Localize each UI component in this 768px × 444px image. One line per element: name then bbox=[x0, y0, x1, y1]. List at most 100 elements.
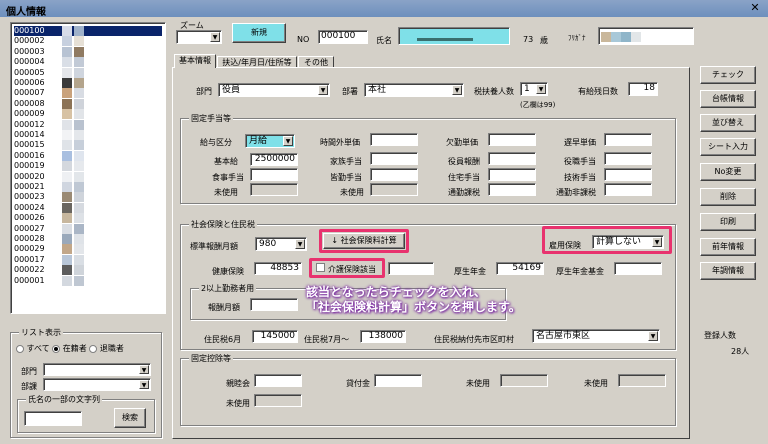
resident-city-select[interactable]: 名古屋市東区 ▼ bbox=[532, 329, 660, 343]
employee-list-item[interactable]: 000026 bbox=[14, 213, 162, 224]
zoom-select[interactable]: ▼ bbox=[176, 30, 222, 44]
base-salary-field[interactable]: 2500000 bbox=[250, 153, 298, 166]
filter-dept-select[interactable]: ▼ bbox=[43, 363, 151, 376]
employee-list-item[interactable]: 000008 bbox=[14, 98, 162, 109]
overtime-field[interactable] bbox=[370, 133, 418, 146]
chevron-down-icon: ▼ bbox=[452, 85, 462, 95]
employee-list-item[interactable]: 000009 bbox=[14, 109, 162, 120]
annotation-line2: 「社会保険料計算」ボタンを押します。 bbox=[306, 300, 521, 314]
division-select[interactable]: 本社 ▼ bbox=[364, 83, 464, 97]
commute-allowance-field[interactable] bbox=[370, 168, 418, 181]
employee-list-item[interactable]: 000015 bbox=[14, 140, 162, 151]
employee-list-item[interactable]: 000006 bbox=[14, 78, 162, 88]
employee-list-item[interactable]: 000001 bbox=[14, 275, 162, 286]
no-change-button[interactable]: No変更 bbox=[700, 163, 756, 181]
name-search-input[interactable] bbox=[24, 411, 82, 426]
care-checkbox[interactable] bbox=[316, 263, 325, 272]
dept-select[interactable]: 役員 ▼ bbox=[218, 83, 330, 97]
resident-tax-field[interactable]: 145000 bbox=[252, 330, 298, 343]
unused-a-label: 未使用 bbox=[466, 379, 490, 388]
family-field[interactable] bbox=[370, 152, 418, 165]
employee-list[interactable]: 000100 000002 000003 000004 000005 000006 0000… bbox=[10, 22, 166, 314]
housing-field[interactable] bbox=[488, 168, 536, 181]
kana-field[interactable] bbox=[598, 27, 694, 45]
name-field[interactable] bbox=[398, 27, 510, 45]
care-field[interactable] bbox=[388, 262, 434, 275]
employee-id: 000002 bbox=[14, 36, 45, 46]
employee-list-item[interactable]: 000027 bbox=[14, 223, 162, 234]
pay-type-label: 給与区分 bbox=[200, 138, 232, 147]
dependents-select[interactable]: 1 ▼ bbox=[520, 82, 548, 96]
employee-list-item[interactable]: 000023 bbox=[14, 192, 162, 203]
employee-list-item[interactable]: 000019 bbox=[14, 161, 162, 172]
monthly-pay-field[interactable] bbox=[250, 298, 298, 311]
meal-field[interactable] bbox=[250, 168, 298, 181]
officer-pay-field[interactable] bbox=[488, 152, 536, 165]
radio-active[interactable] bbox=[52, 344, 61, 353]
redacted-name-block bbox=[62, 130, 72, 140]
calc-insurance-button[interactable]: ↓ 社会保険料計算 bbox=[323, 233, 405, 249]
redacted-name-block bbox=[62, 171, 72, 182]
pension-label: 厚生年金 bbox=[454, 267, 486, 276]
redacted-name-block bbox=[74, 223, 84, 234]
search-button[interactable]: 検索 bbox=[114, 408, 146, 428]
commute-nontax-field[interactable] bbox=[604, 183, 652, 196]
employee-list-item[interactable]: 000029 bbox=[14, 244, 162, 255]
filter-division-select[interactable]: ▼ bbox=[43, 378, 151, 391]
prev-year-button[interactable]: 前年情報 bbox=[700, 238, 756, 256]
absence-label: 欠勤単価 bbox=[446, 138, 478, 147]
employee-list-item[interactable]: 000024 bbox=[14, 202, 162, 213]
unused-c-label: 未使用 bbox=[226, 399, 250, 408]
employee-list-item[interactable]: 000020 bbox=[14, 171, 162, 182]
employee-list-item[interactable]: 000007 bbox=[14, 88, 162, 99]
ledger-button[interactable]: 台帳情報 bbox=[700, 90, 756, 108]
redacted-name-block bbox=[62, 234, 72, 244]
employee-list-item[interactable]: 000014 bbox=[14, 130, 162, 140]
year-end-button[interactable]: 年調情報 bbox=[700, 262, 756, 280]
print-button[interactable]: 印刷 bbox=[700, 213, 756, 231]
savings-field[interactable] bbox=[254, 374, 302, 387]
position-field[interactable] bbox=[604, 152, 652, 165]
redacted-name-block bbox=[74, 171, 84, 182]
employee-list-item[interactable]: 000016 bbox=[14, 150, 162, 161]
radio-active-label: 在籍者 bbox=[62, 344, 87, 353]
employee-list-item[interactable]: 000003 bbox=[14, 46, 162, 57]
radio-all-label: すべて bbox=[26, 344, 50, 353]
sheet-input-button[interactable]: シート入力 bbox=[700, 138, 756, 156]
absence-field[interactable] bbox=[488, 133, 536, 146]
employee-list-item[interactable]: 000021 bbox=[14, 182, 162, 192]
pension-field[interactable]: 54169 bbox=[496, 262, 544, 275]
radio-retired[interactable] bbox=[89, 344, 98, 353]
employee-list-item[interactable]: 000028 bbox=[14, 234, 162, 244]
family-label: 家族手当 bbox=[330, 157, 362, 166]
std-monthly-select[interactable]: 980 ▼ bbox=[255, 237, 307, 251]
employee-list-item[interactable]: 000100 bbox=[14, 26, 162, 37]
loan-field[interactable] bbox=[374, 374, 422, 387]
employee-list-item[interactable]: 000002 bbox=[14, 36, 162, 47]
resident-tax7-field[interactable]: 138000 bbox=[360, 330, 406, 343]
late-field[interactable] bbox=[604, 133, 652, 146]
employee-list-item[interactable]: 000012 bbox=[14, 119, 162, 130]
sort-button[interactable]: 並び替え bbox=[700, 114, 756, 132]
employee-list-item[interactable]: 000022 bbox=[14, 265, 162, 276]
employment-select[interactable]: 計算しない ▼ bbox=[592, 235, 664, 249]
close-icon[interactable]: ✕ bbox=[748, 1, 762, 15]
radio-all[interactable] bbox=[16, 344, 24, 353]
no-field[interactable]: 000100 bbox=[318, 30, 368, 44]
redacted-name-block bbox=[62, 150, 72, 161]
employee-id: 000023 bbox=[14, 192, 45, 202]
commute-tax-field[interactable] bbox=[488, 183, 536, 196]
pension-fund-field[interactable] bbox=[614, 262, 662, 275]
employee-list-item[interactable]: 000017 bbox=[14, 254, 162, 265]
redacted-name-block bbox=[74, 109, 84, 120]
employee-list-item[interactable]: 000005 bbox=[14, 67, 162, 78]
pay-type-select[interactable]: 月給 ▼ bbox=[245, 134, 295, 148]
skill-field[interactable] bbox=[604, 168, 652, 181]
paid-leave-field[interactable]: 18 bbox=[628, 82, 658, 96]
delete-button[interactable]: 削除 bbox=[700, 188, 756, 206]
tab-basic[interactable]: 基本情報 bbox=[174, 54, 216, 68]
new-button[interactable]: 新規 bbox=[232, 23, 286, 43]
check-button[interactable]: チェック bbox=[700, 66, 756, 84]
employee-list-item[interactable]: 000004 bbox=[14, 57, 162, 68]
health-field[interactable]: 48853 bbox=[254, 262, 302, 275]
